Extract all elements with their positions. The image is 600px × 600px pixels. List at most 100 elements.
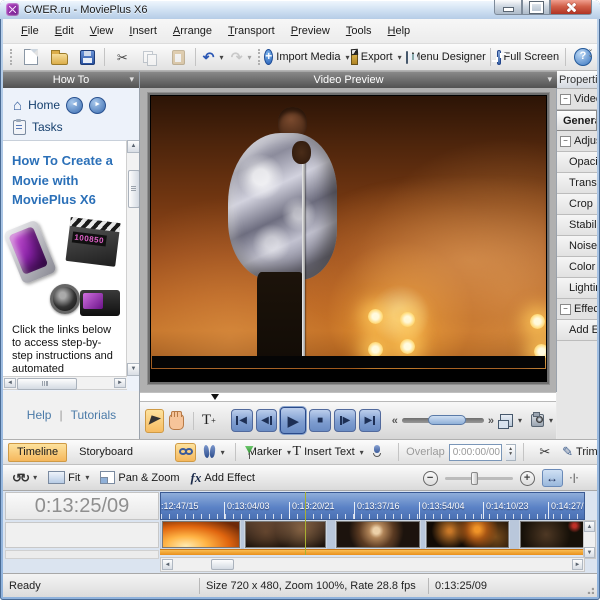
split-clip-button[interactable]: ✂ [531, 441, 559, 463]
menu-tools[interactable]: Tools [338, 22, 380, 40]
scrollbar-thumb[interactable] [211, 559, 234, 570]
marker-button[interactable]: Marker [243, 441, 293, 463]
overlap-spinner[interactable]: ▲▼ [506, 444, 516, 461]
export-button[interactable]: Export [348, 46, 404, 68]
properties-header[interactable]: Properties [557, 71, 597, 89]
zoom-slider[interactable] [445, 477, 513, 480]
menu-help[interactable]: Help [380, 22, 419, 40]
trim-button[interactable]: ✎ Trim [563, 441, 597, 463]
tab-timeline[interactable]: Timeline [8, 443, 67, 462]
zoom-to-cursor-icon[interactable]: ·|· [570, 473, 579, 484]
scrub-forward-icon[interactable]: » [488, 415, 494, 427]
display-mode-button[interactable] [497, 410, 525, 432]
help-link[interactable]: Help [27, 408, 52, 422]
scroll-up-icon[interactable]: ▲ [127, 140, 140, 153]
collapse-icon[interactable]: − [560, 136, 571, 147]
properties-section-video-object[interactable]: −Video Object [557, 89, 597, 110]
collapse-icon[interactable]: − [560, 94, 571, 105]
toolbar-overflow-chevron[interactable]: ⌄⌄ [586, 47, 595, 59]
howto-panel-header[interactable]: How To ▾ [3, 71, 139, 88]
full-screen-button[interactable]: Full Screen [494, 46, 562, 68]
zoom-slider-thumb[interactable] [471, 472, 478, 485]
redo-button[interactable]: ↷ [227, 46, 255, 68]
timeline-clip-dark-crowd[interactable] [520, 521, 585, 548]
properties-item-noise-reduction[interactable]: Noise Reduction [557, 236, 597, 257]
menu-file[interactable]: File [13, 22, 47, 40]
paste-button[interactable] [164, 46, 192, 68]
howto-horizontal-scrollbar[interactable]: ◄ ► [3, 376, 127, 390]
menu-edit[interactable]: Edit [47, 22, 82, 40]
panel-menu-chevron-icon[interactable]: ▾ [129, 74, 134, 85]
scroll-down-icon[interactable]: ▼ [584, 547, 595, 558]
select-tool[interactable]: ◤ [145, 409, 164, 433]
stop-button[interactable]: ■ [309, 409, 331, 432]
overlap-field[interactable]: 0:00:00/00 [449, 444, 503, 461]
import-media-button[interactable]: + Import Media [266, 46, 349, 68]
resize-grip[interactable] [585, 585, 594, 594]
properties-item-lighting[interactable]: Lighting [557, 278, 597, 299]
copy-button[interactable] [136, 46, 164, 68]
open-button[interactable] [45, 46, 73, 68]
scroll-right-icon[interactable]: ► [114, 378, 126, 388]
timeline-clip-pyro[interactable] [162, 521, 240, 548]
scrollbar-thumb[interactable] [17, 378, 77, 390]
scroll-left-icon[interactable]: ◄ [4, 378, 16, 388]
home-link[interactable]: Home [28, 98, 60, 112]
timeline-clip-stage[interactable] [245, 521, 326, 548]
go-to-start-button[interactable]: ◀ [231, 409, 253, 432]
properties-item-color[interactable]: Color [557, 257, 597, 278]
playhead[interactable] [305, 492, 306, 555]
panel-menu-chevron-icon[interactable]: ▾ [547, 74, 552, 85]
envelope-button[interactable] [200, 441, 228, 463]
menu-preview[interactable]: Preview [283, 22, 338, 40]
properties-section-effects[interactable]: −Effects [557, 299, 597, 320]
timeline-clip-singer[interactable] [336, 521, 420, 548]
howto-vertical-scrollbar[interactable]: ▲ ▼ [126, 140, 139, 376]
minimize-button[interactable] [494, 0, 522, 15]
close-button[interactable] [550, 0, 592, 15]
menu-designer-button[interactable]: Menu Designer [405, 46, 488, 68]
undo-button[interactable]: ↶ [199, 46, 227, 68]
pan-tool[interactable] [167, 409, 186, 433]
collapse-icon[interactable]: − [560, 304, 571, 315]
snapshot-button[interactable] [528, 410, 556, 432]
scrollbar-thumb[interactable] [128, 170, 140, 208]
next-frame-button[interactable]: ▶ [334, 409, 356, 432]
video-track[interactable] [160, 520, 585, 549]
preview-scrub-strip[interactable] [140, 392, 556, 401]
rotate-button[interactable]: ↺↻ [9, 467, 40, 489]
save-button[interactable] [73, 46, 101, 68]
go-to-end-button[interactable]: ▶ [359, 409, 381, 432]
scrub-back-icon[interactable]: « [392, 415, 398, 427]
scrubber-track[interactable] [402, 418, 484, 423]
timeline-clip-crowd-lights[interactable] [426, 521, 509, 548]
menu-insert[interactable]: Insert [121, 22, 165, 40]
zoom-out-button[interactable]: − [423, 471, 438, 486]
insert-text-button[interactable]: T Insert Text [297, 441, 360, 463]
nav-forward-button[interactable]: ► [89, 97, 106, 114]
play-button[interactable]: ▶ [280, 407, 306, 434]
link-clips-button[interactable] [175, 443, 196, 462]
tutorials-link[interactable]: Tutorials [71, 408, 117, 422]
scroll-down-icon[interactable]: ▼ [127, 363, 140, 376]
titlebar[interactable]: CWER.ru - MoviePlus X6 [0, 0, 600, 19]
nav-back-button[interactable]: ◄ [66, 97, 83, 114]
video-preview-header[interactable]: Video Preview ▾ [140, 71, 557, 88]
menu-transport[interactable]: Transport [220, 22, 283, 40]
pan-zoom-button[interactable]: Pan & Zoom [97, 467, 182, 489]
maximize-button[interactable] [522, 0, 550, 15]
scrubber-thumb[interactable] [428, 415, 466, 425]
properties-section-adjustments[interactable]: −Adjustments [557, 131, 597, 152]
previous-frame-button[interactable]: ◀ [256, 409, 278, 432]
menu-view[interactable]: View [82, 22, 122, 40]
properties-item-general[interactable]: General [557, 110, 597, 131]
narration-button[interactable] [363, 441, 391, 463]
tasks-link[interactable]: Tasks [32, 120, 63, 134]
properties-item-add-effect[interactable]: Add Effect... [557, 320, 597, 341]
timeline-horizontal-scrollbar[interactable]: ◄ ► [160, 557, 585, 572]
timeline-ruler[interactable]: 0:12:47/15 0:13:04/03 0:13:20/21 0:13:37… [160, 492, 585, 520]
properties-item-transform[interactable]: Transform [557, 173, 597, 194]
cut-button[interactable]: ✂ [108, 46, 136, 68]
text-tool[interactable]: T+ [199, 409, 218, 433]
track-header[interactable] [5, 522, 159, 548]
